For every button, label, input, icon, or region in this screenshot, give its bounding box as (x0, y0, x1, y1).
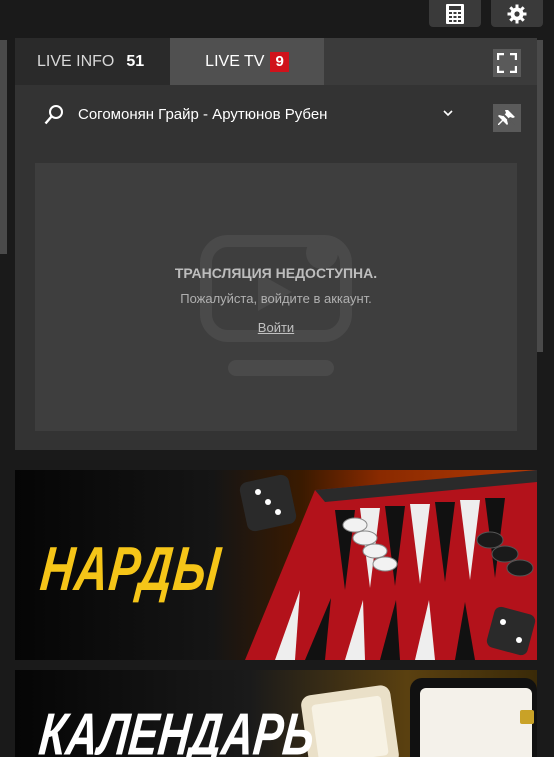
match-name: Согомонян Грайр - Арутюнов Рубен (78, 106, 328, 123)
tab-live-info-label: LIVE INFO (37, 52, 115, 70)
calculator-icon (446, 3, 464, 24)
stream-login-message: Пожалуйста, войдите в аккаунт. (180, 291, 372, 306)
tab-live-tv-label: LIVE TV (205, 52, 265, 70)
banner-nardy[interactable]: НАРДЫ (15, 470, 537, 660)
tab-live-info[interactable]: LIVE INFO 51 (15, 38, 170, 85)
pin-off-icon (498, 109, 516, 127)
video-player: ТРАНСЛЯЦИЯ НЕДОСТУПНА. Пожалуйста, войди… (35, 163, 517, 431)
fullscreen-button[interactable] (493, 49, 521, 77)
settings-button[interactable] (491, 0, 543, 27)
calculator-button[interactable] (429, 0, 481, 27)
login-link-row: Войти (35, 320, 517, 335)
banner-calendar[interactable]: КАЛЕНДАРЬ (15, 670, 537, 757)
tab-live-info-count: 51 (126, 52, 145, 70)
fullscreen-icon (497, 53, 517, 73)
tab-bar: LIVE INFO 51 LIVE TV 9 (15, 38, 537, 85)
left-scrollbar[interactable] (0, 40, 7, 254)
stream-unavailable-title: ТРАНСЛЯЦИЯ НЕДОСТУПНА. (174, 265, 378, 281)
right-scrollbar[interactable] (537, 40, 543, 352)
banner-nardy-title: НАРДЫ (37, 533, 225, 604)
match-selector[interactable]: Согомонян Грайр - Арутюнов Рубен (15, 95, 537, 135)
gear-icon (507, 4, 527, 23)
banner-calendar-title: КАЛЕНДАРЬ (36, 702, 318, 757)
search-icon (44, 105, 63, 125)
tab-live-tv[interactable]: LIVE TV 9 (170, 38, 324, 85)
live-panel: LIVE INFO 51 LIVE TV 9 Согомонян Грайр -… (15, 38, 537, 450)
pin-button[interactable] (493, 104, 521, 132)
chevron-down-icon[interactable] (442, 107, 454, 119)
login-link[interactable]: Войти (258, 320, 294, 335)
tab-live-tv-count: 9 (270, 51, 289, 72)
